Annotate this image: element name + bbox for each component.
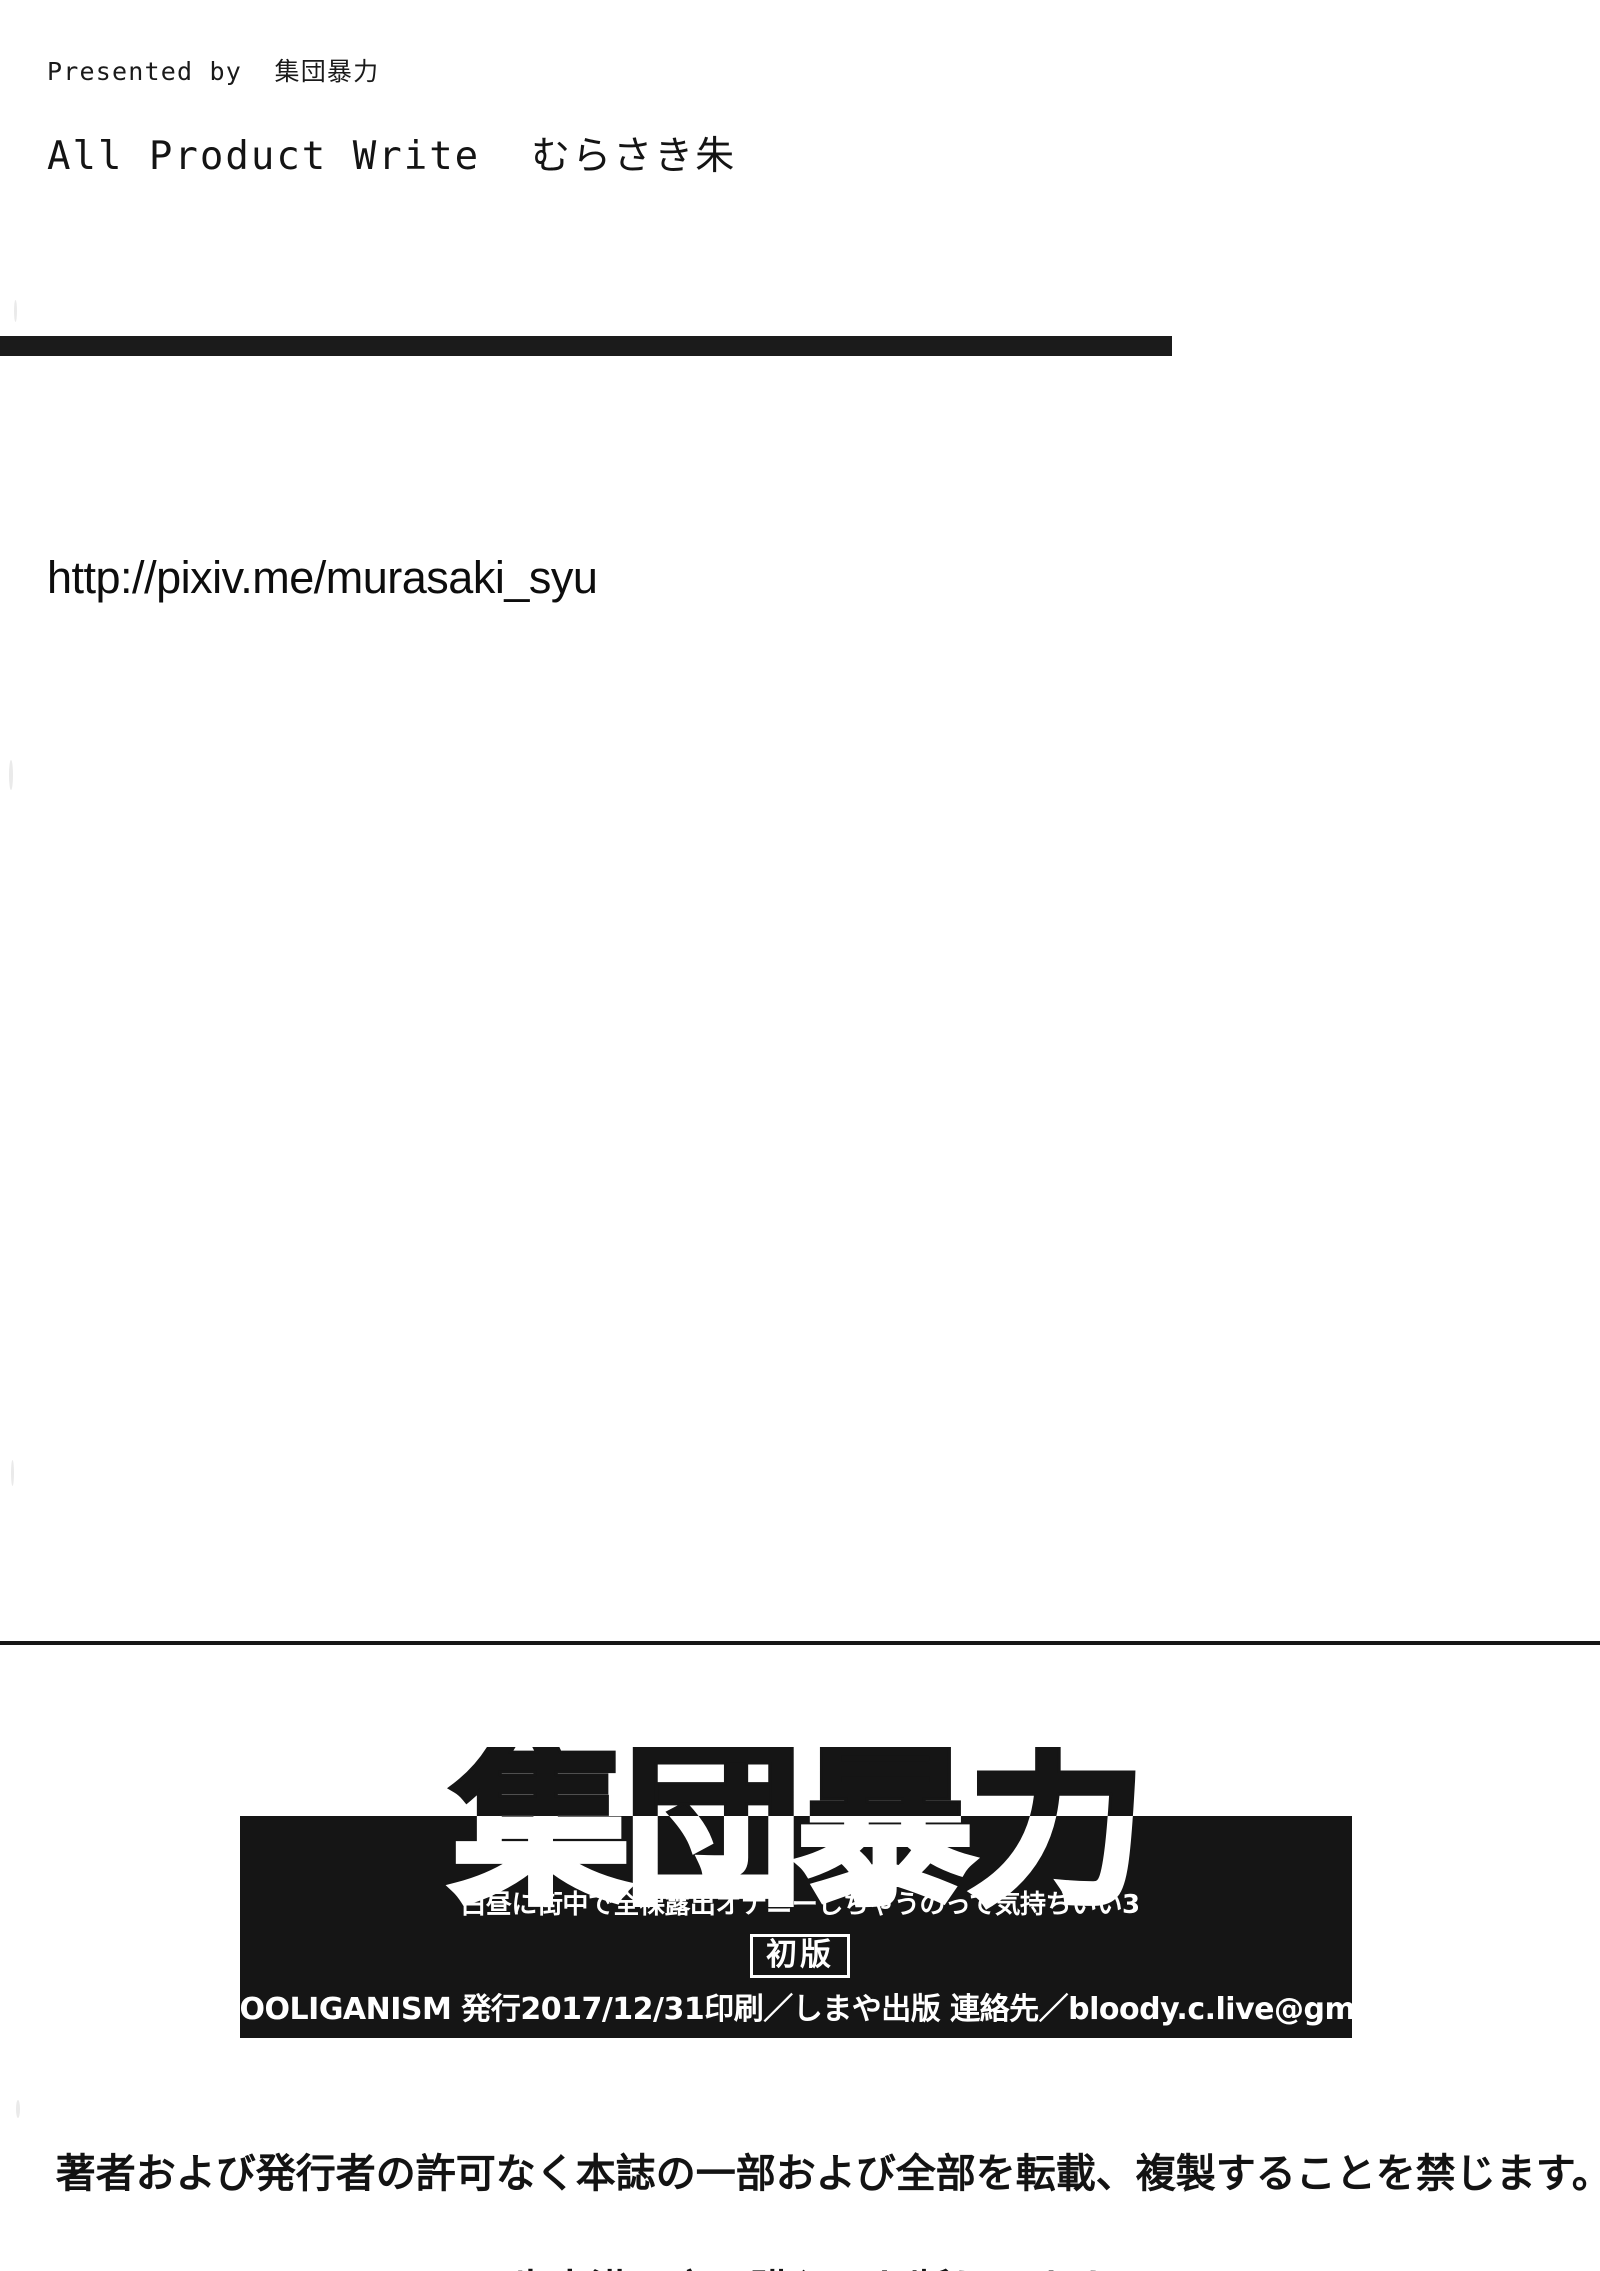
legal-notice-line-1: 著者および発行者の許可なく本誌の一部および全部を転載、複製することを禁じます。 [55, 2151, 1600, 2197]
scan-speck [14, 300, 17, 322]
scan-speck [11, 1460, 14, 1486]
legal-notice-line-2: 18歳未満の方の購入はお断りします。 [0, 2261, 1600, 2271]
circle-and-author-line: All Product Write むらさき朱 [47, 134, 737, 179]
legal-notice: 著者および発行者の許可なく本誌の一部および全部を転載、複製することを禁じます。 … [0, 2087, 1600, 2271]
scan-speck [9, 760, 13, 790]
pixiv-url-text[interactable]: http://pixiv.me/murasaki_syu [47, 552, 598, 604]
section-divider-rule [0, 1641, 1600, 1645]
imprint-line: 編集／HOOLIGANISM 発行2017/12/31印刷／しまや出版 連絡先／… [126, 1992, 1474, 2027]
book-subtitle: 白昼に街中で全裸露出オナニーしちゃうのって気持ちいい3 [460, 1890, 1140, 1920]
edition-badge: 初版 [750, 1934, 850, 1978]
colophon-page: Presented by 集団暴力 All Product Write むらさき… [0, 0, 1600, 2271]
presented-by-line: Presented by 集団暴力 [47, 57, 380, 86]
header-divider-bar [0, 336, 1172, 356]
